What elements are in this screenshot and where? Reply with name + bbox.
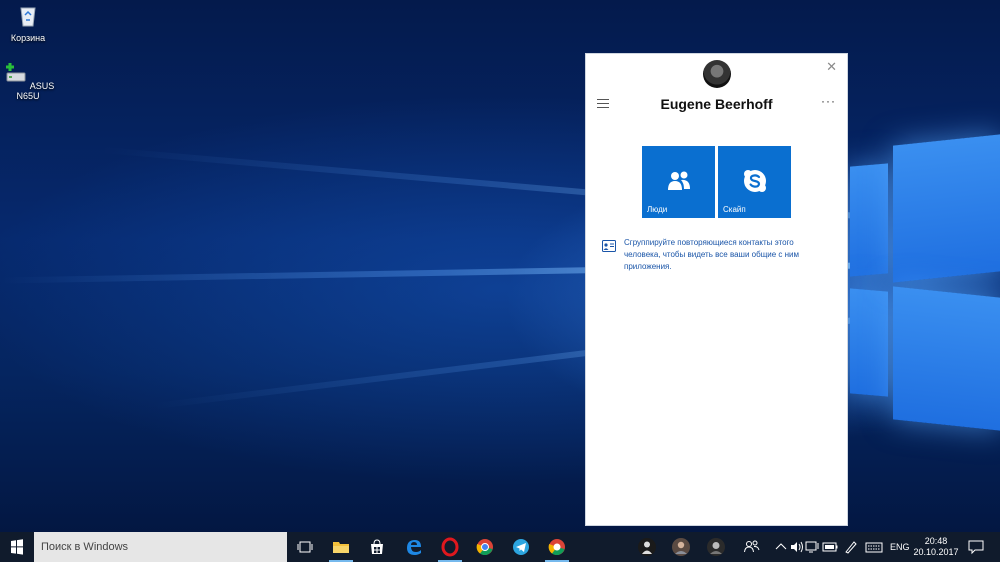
clock-date: 20.10.2017 xyxy=(913,547,959,557)
skype-icon xyxy=(744,170,766,192)
more-options-button[interactable]: ··· xyxy=(821,94,836,108)
file-explorer-icon[interactable] xyxy=(331,537,351,557)
search-box[interactable]: Поиск в Windows xyxy=(34,532,287,562)
wallpaper-window-pane xyxy=(893,286,1000,431)
tile-label: Скайп xyxy=(723,205,746,214)
start-button-windows-icon[interactable] xyxy=(0,532,34,562)
contact-avatar xyxy=(703,60,731,88)
action-center-icon[interactable] xyxy=(966,537,986,557)
task-view-icon[interactable] xyxy=(295,537,315,557)
desktop: Корзина ASUS N65U ✕ Eugene Beerhoff ··· … xyxy=(0,0,1000,532)
pen-workspace-icon[interactable] xyxy=(841,537,861,557)
contact-2-avatar[interactable] xyxy=(671,537,691,557)
wallpaper-window-pane xyxy=(850,288,888,397)
clock-time: 20:48 xyxy=(924,536,948,546)
chrome-canary-icon[interactable] xyxy=(547,537,567,557)
tip-text: Сгруппируйте повторяющиеся контакты этог… xyxy=(624,238,800,271)
taskbar: Поиск в Windows ENG 20:48 20.10.2017 xyxy=(0,532,1000,562)
opera-icon[interactable] xyxy=(440,537,460,557)
wallpaper-window-pane xyxy=(893,134,1000,283)
touch-keyboard-icon[interactable] xyxy=(864,537,884,557)
input-language-indicator[interactable]: ENG xyxy=(890,542,910,552)
battery-icon[interactable] xyxy=(820,537,840,557)
wallpaper-window-pane xyxy=(850,163,888,277)
desktop-icon-asus-n65u[interactable]: ASUS N65U xyxy=(0,62,56,101)
close-button[interactable]: ✕ xyxy=(826,59,837,75)
search-placeholder: Поиск в Windows xyxy=(41,541,129,553)
clock[interactable]: 20:48 20.10.2017 xyxy=(912,536,960,558)
telegram-icon[interactable] xyxy=(511,537,531,557)
contact-name: Eugene Beerhoff xyxy=(660,96,773,112)
desktop-icon-label: Корзина xyxy=(10,33,46,43)
recycle-bin-icon xyxy=(20,7,36,27)
tile-skype[interactable]: Скайп xyxy=(718,146,791,218)
people-flyout: ✕ Eugene Beerhoff ··· Люди Скайп Сгруппи… xyxy=(585,53,848,526)
desktop-icon-recycle-bin[interactable]: Корзина xyxy=(0,4,56,43)
contact-1-avatar[interactable] xyxy=(637,537,657,557)
people-button-icon[interactable] xyxy=(742,537,762,557)
contact-3-avatar[interactable] xyxy=(706,537,726,557)
contact-card-icon xyxy=(602,240,616,252)
store-icon[interactable] xyxy=(367,537,387,557)
merge-contacts-tip[interactable]: Сгруппируйте повторяющиеся контакты этог… xyxy=(602,237,832,273)
chrome-icon[interactable] xyxy=(475,537,495,557)
tile-label: Люди xyxy=(647,205,668,214)
edge-icon[interactable] xyxy=(404,537,424,557)
people-icon xyxy=(668,171,690,190)
network-drive-icon xyxy=(5,63,26,82)
tile-people[interactable]: Люди xyxy=(642,146,715,218)
